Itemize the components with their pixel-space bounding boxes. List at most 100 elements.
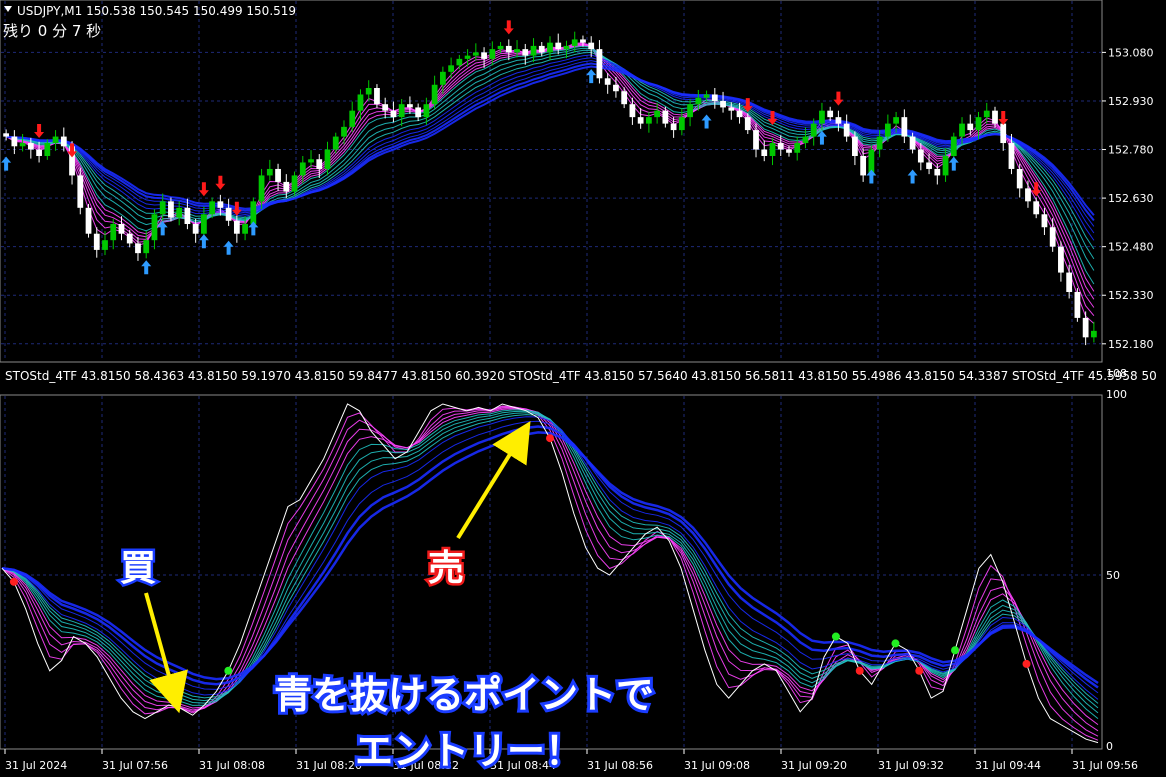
- candle-body: [992, 110, 998, 124]
- candle-body: [917, 149, 924, 163]
- candle-body: [884, 123, 891, 137]
- buy-arrow-icon: [907, 169, 918, 184]
- candle-body: [926, 162, 932, 169]
- entry-caption-line2: エントリー！: [355, 729, 583, 773]
- candle-body: [431, 84, 438, 105]
- candle-body: [1025, 188, 1031, 202]
- candle-body: [514, 49, 520, 53]
- candle-body: [324, 149, 331, 169]
- candle-body: [819, 110, 825, 124]
- candle-body: [316, 159, 323, 169]
- osc-smooth-16: [1, 431, 1099, 685]
- candle-body: [909, 136, 916, 150]
- ma-line-6: [5, 44, 1095, 300]
- candle-body: [852, 136, 858, 156]
- candle-body: [217, 201, 224, 208]
- price-label: 152.480: [1108, 241, 1154, 254]
- candle-body: [464, 55, 471, 59]
- candle-body: [497, 45, 504, 50]
- sell-arrow-icon: [503, 20, 514, 35]
- candle-body: [456, 58, 463, 66]
- candle-body: [687, 104, 693, 118]
- candle-body: [349, 110, 356, 127]
- candle-body: [423, 104, 430, 118]
- buy-label: 買: [120, 548, 156, 589]
- time-label: 31 Jul 08:20: [296, 759, 362, 772]
- candle-body: [242, 224, 248, 234]
- red-cross-dot: [915, 666, 924, 675]
- candle-body: [159, 201, 166, 215]
- buy-arrow-icon: [141, 260, 152, 275]
- time-label: 31 Jul 07:56: [102, 759, 168, 772]
- candle-body: [283, 181, 290, 192]
- sell-arrow-icon: [215, 175, 226, 190]
- trading-chart[interactable]: USDJPY,M1 150.538 150.545 150.499 150.51…: [0, 0, 1166, 777]
- candle-body: [744, 117, 751, 131]
- candle-body: [810, 123, 817, 137]
- buy-arrow-icon: [948, 156, 959, 171]
- candle-body: [637, 117, 644, 124]
- sell-arrow: [456, 421, 531, 540]
- candle-body: [777, 143, 784, 150]
- candle-body: [983, 110, 990, 118]
- red-cross-dot: [855, 666, 864, 675]
- candle-body: [448, 65, 454, 72]
- candle-body: [786, 149, 792, 153]
- osc-smooth-14: [1, 425, 1099, 689]
- green-cross-dot: [224, 666, 233, 675]
- candle-body: [1000, 123, 1007, 144]
- candle-body: [621, 91, 628, 105]
- candle-body: [893, 117, 899, 124]
- candle-body: [390, 110, 397, 118]
- moving-average-ribbon: [5, 42, 1095, 324]
- candle-body: [563, 45, 570, 50]
- time-label: 31 Jul 08:56: [587, 759, 653, 772]
- candle-body: [93, 233, 100, 250]
- candle-body: [629, 104, 636, 118]
- candle-body: [736, 110, 743, 118]
- candle-body: [415, 107, 422, 118]
- entry-caption-line1: 青を抜けるポイントで: [274, 673, 654, 717]
- candle-body: [3, 133, 10, 137]
- sell-arrow-icon: [198, 182, 209, 197]
- candle-body: [835, 117, 842, 124]
- candle-body: [275, 168, 281, 182]
- candle-body: [950, 136, 957, 156]
- candle-body: [522, 49, 529, 56]
- osc-smooth-10: [1, 416, 1099, 700]
- bar-timer: 残り 0 分 7 秒: [3, 22, 101, 40]
- candle-body: [538, 45, 545, 53]
- candle-body: [555, 42, 562, 50]
- candle-body: [11, 136, 18, 147]
- candle-body: [19, 143, 26, 147]
- candle-body: [1058, 246, 1064, 273]
- candle-body: [1016, 168, 1023, 189]
- candle-body: [613, 84, 619, 92]
- candle-body: [711, 94, 718, 101]
- candle-body: [126, 233, 133, 244]
- candlestick-series[interactable]: [3, 31, 1097, 346]
- buy-arrow-icon: [1, 156, 12, 171]
- candle-body: [250, 201, 257, 224]
- ma-line-4: [5, 43, 1095, 317]
- candle-body: [266, 168, 273, 176]
- ma-line-3: [5, 42, 1095, 324]
- candle-body: [60, 136, 67, 147]
- candle-body: [596, 49, 603, 79]
- candle-body: [588, 42, 595, 50]
- osc-smooth-12: [1, 420, 1099, 694]
- time-label: 31 Jul 09:32: [878, 759, 944, 772]
- green-cross-dot: [951, 646, 960, 655]
- candle-body: [36, 149, 42, 156]
- candle-body: [670, 123, 677, 131]
- ma-line-24: [6, 65, 1095, 216]
- green-cross-dot: [831, 632, 840, 641]
- candle-body: [1074, 292, 1081, 318]
- candle-body: [662, 110, 669, 124]
- buy-arrow-icon: [248, 221, 259, 236]
- ma-line-12: [6, 49, 1095, 260]
- candle-body: [761, 149, 768, 156]
- candle-body: [225, 207, 232, 221]
- ma-line-5: [5, 43, 1095, 308]
- candle-body: [365, 88, 372, 95]
